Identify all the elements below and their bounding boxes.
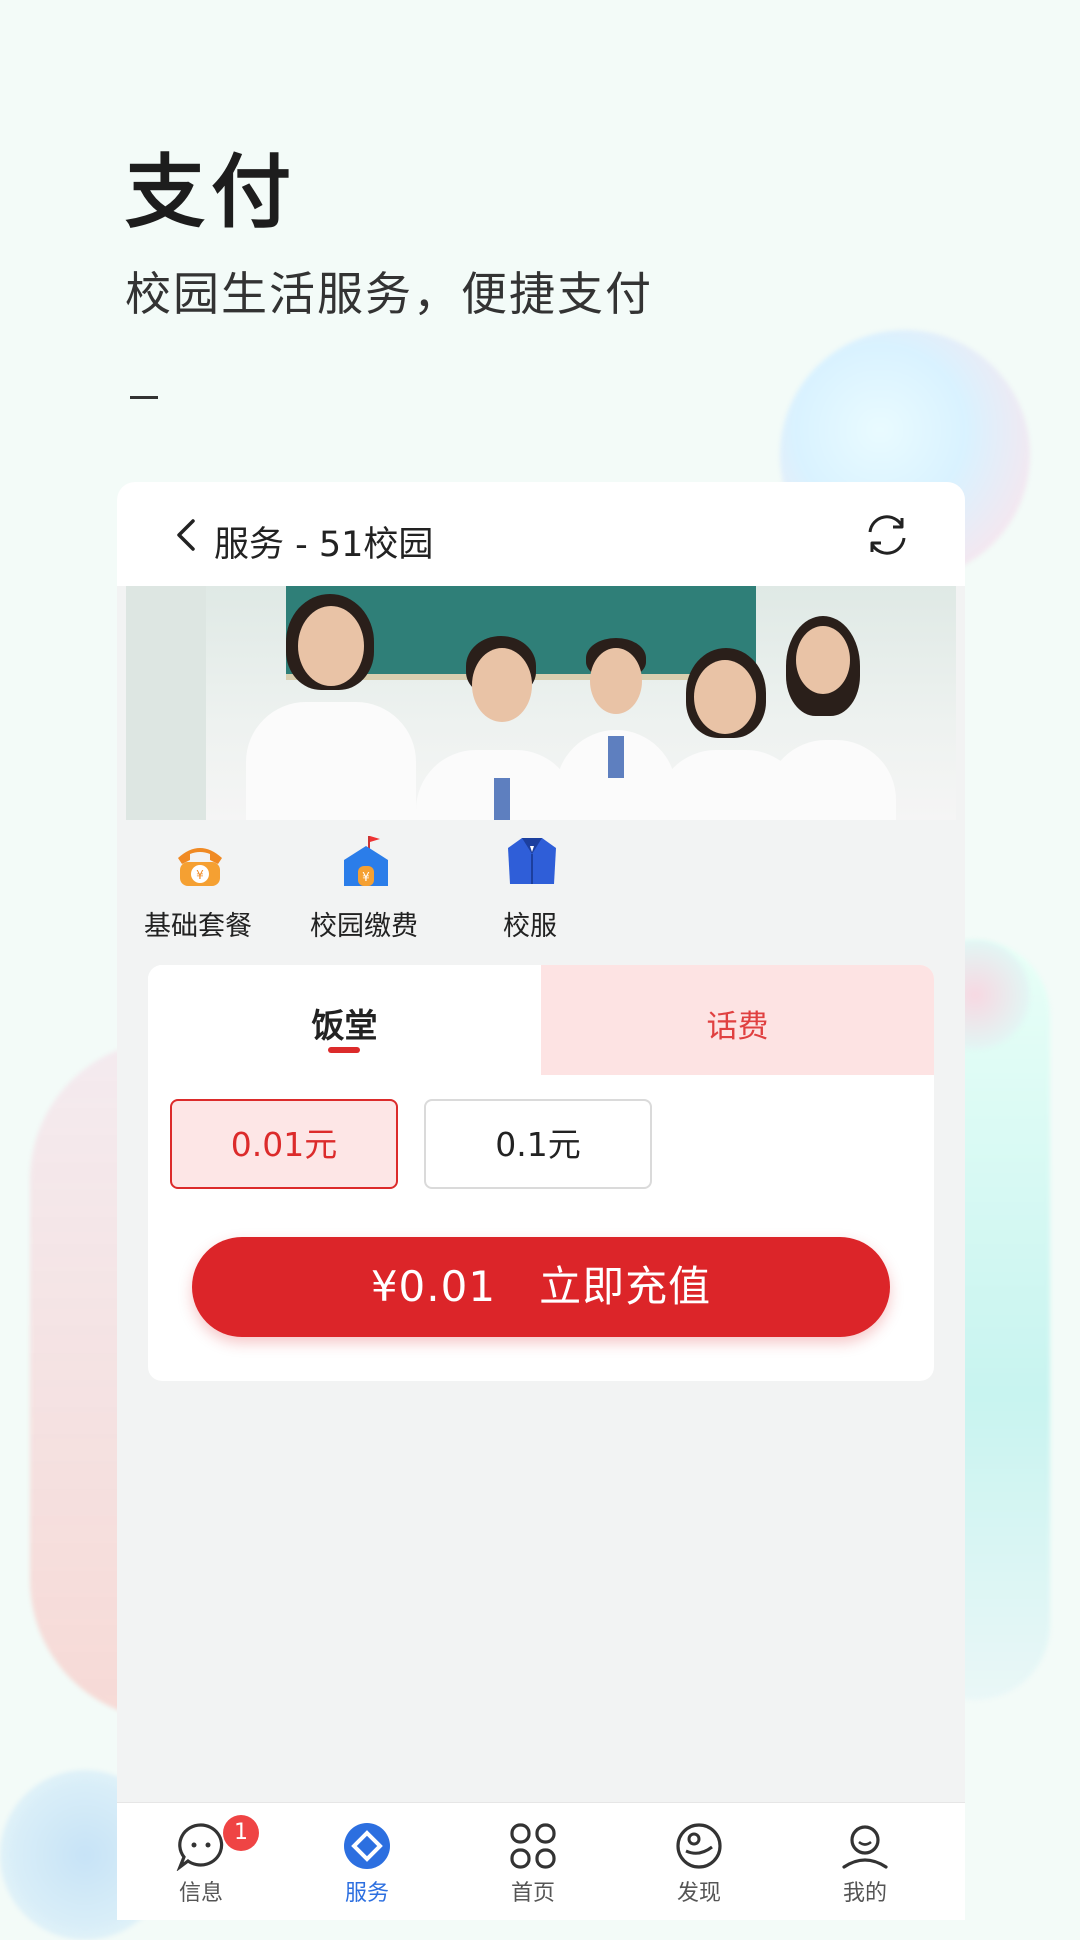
unread-badge: 1 <box>223 1815 259 1851</box>
divider <box>130 396 158 399</box>
quick-action-label: 校服 <box>503 911 557 942</box>
tab-label: 饭堂 <box>311 1006 378 1045</box>
profile-icon <box>842 1825 888 1869</box>
amount-option[interactable]: 0.1元 <box>424 1099 652 1189</box>
tabbar-item-discover[interactable]: 发现 <box>629 1803 769 1920</box>
phone-yuan-icon: ¥ <box>178 848 222 886</box>
refresh-icon[interactable] <box>862 510 912 560</box>
tabbar-item-messages[interactable]: 1 信息 <box>131 1803 271 1920</box>
tab-label: 话费 <box>706 1009 769 1045</box>
hero-subtitle: 校园生活服务，便捷支付 <box>125 267 653 321</box>
school-yuan-icon: ¥ <box>344 836 388 886</box>
tabbar-label: 发现 <box>676 1881 721 1906</box>
svg-text:¥: ¥ <box>362 870 370 884</box>
tabbar-label: 服务 <box>344 1881 389 1906</box>
tab-phone-bill[interactable]: 话费 <box>541 965 934 1075</box>
banner-image[interactable] <box>126 586 956 820</box>
amount-option-selected[interactable]: 0.01元 <box>170 1099 398 1189</box>
active-tab-indicator <box>328 1047 360 1053</box>
pay-label: 立即充值 <box>539 1262 712 1311</box>
discover-icon <box>676 1823 722 1869</box>
phone-screen: 服务 - 51校园 ¥ 基础套餐 ¥ 校园缴费 校服 饭堂 话费 0.01元 0… <box>117 482 965 1920</box>
top-bar: 服务 - 51校园 <box>117 482 965 586</box>
quick-action-school-fee[interactable]: ¥ 校园缴费 <box>294 820 434 950</box>
tabbar-item-profile[interactable]: 我的 <box>795 1803 935 1920</box>
service-diamond-icon <box>344 1823 390 1869</box>
tabbar-label: 首页 <box>510 1881 555 1906</box>
tabbar-item-home[interactable]: 首页 <box>463 1803 603 1920</box>
back-icon[interactable] <box>169 518 203 552</box>
recharge-panel: 饭堂 话费 0.01元 0.1元 ¥0.01 立即充值 <box>148 965 934 1381</box>
pay-price: ¥0.01 <box>370 1262 497 1311</box>
tabbar-label: 信息 <box>178 1881 223 1906</box>
svg-text:¥: ¥ <box>196 868 204 882</box>
quick-actions: ¥ 基础套餐 ¥ 校园缴费 校服 <box>126 820 956 950</box>
recharge-button[interactable]: ¥0.01 立即充值 <box>192 1237 890 1337</box>
tabbar-label: 我的 <box>842 1881 887 1906</box>
bottom-tab-bar: 1 信息 服务 首页 发现 我的 <box>117 1802 965 1920</box>
quick-action-label: 校园缴费 <box>310 911 418 942</box>
chat-icon <box>176 1823 224 1871</box>
uniform-icon <box>508 838 556 884</box>
tabbar-item-service[interactable]: 服务 <box>297 1803 437 1920</box>
quick-action-uniform[interactable]: 校服 <box>460 820 600 950</box>
quick-action-label: 基础套餐 <box>144 911 252 942</box>
tab-canteen[interactable]: 饭堂 <box>148 965 541 1075</box>
quick-action-basic-plan[interactable]: ¥ 基础套餐 <box>128 820 268 950</box>
hero-title: 支付 <box>125 146 297 239</box>
page-title: 服务 - 51校园 <box>214 525 434 565</box>
grid-icon <box>510 1823 556 1869</box>
